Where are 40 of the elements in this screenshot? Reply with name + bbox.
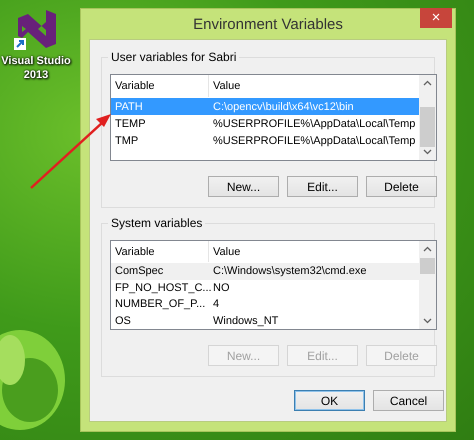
variable-name: TEMP bbox=[114, 118, 147, 130]
variable-name: FP_NO_HOST_C... bbox=[114, 282, 209, 294]
window-title: Environment Variables bbox=[193, 16, 343, 32]
variable-row[interactable]: FP_NO_HOST_C...NO bbox=[111, 280, 419, 296]
column-header[interactable]: Variable bbox=[111, 241, 209, 262]
dialog-button[interactable]: Delete bbox=[366, 176, 437, 197]
dialog-button[interactable]: OK bbox=[294, 390, 365, 411]
variable-row[interactable]: TMP %USERPROFILE%\AppData\Local\Temp bbox=[111, 132, 419, 149]
variable-list[interactable]: Variable Value ComSpec C:\Windows\system32\cmd.exe FP_NO_HOST_C...NO NUMBER_OF_P... 4 OS Windows_NT bbox=[110, 240, 437, 330]
variable-value: C:\Windows\system32\cmd.exe bbox=[212, 265, 368, 278]
variable-name: NUMBER_OF_P... bbox=[114, 298, 206, 310]
variable-value: %USERPROFILE%\AppData\Local\Temp bbox=[212, 134, 416, 146]
variable-row[interactable]: ComSpec C:\Windows\system32\cmd.exe bbox=[111, 263, 419, 280]
close-button[interactable]: × bbox=[420, 8, 452, 28]
scrollbar-thumb[interactable] bbox=[420, 107, 435, 147]
variable-row[interactable]: NUMBER_OF_P... 4 bbox=[111, 296, 419, 313]
dialog-button[interactable]: Edit... bbox=[287, 176, 358, 197]
scrollbar[interactable] bbox=[419, 241, 436, 329]
dialog-button[interactable]: Cancel bbox=[373, 390, 444, 411]
column-header[interactable]: Value bbox=[209, 75, 419, 97]
column-header[interactable]: Variable bbox=[111, 75, 209, 97]
variable-value: NO bbox=[212, 282, 230, 294]
variable-value: %USERPROFILE%\AppData\Local\Temp bbox=[212, 118, 416, 130]
variable-value: C:\opencv\build\x64\vc12\bin bbox=[212, 100, 355, 112]
icon-label: Visual Studio 2013 bbox=[0, 54, 72, 82]
variable-value: Windows_NT bbox=[212, 314, 280, 327]
variable-value: 4 bbox=[212, 298, 220, 310]
variable-row[interactable]: TEMP %USERPROFILE%\AppData\Local\Temp bbox=[111, 115, 419, 132]
variable-name: OS bbox=[114, 314, 132, 327]
column-header[interactable]: Value bbox=[209, 241, 419, 262]
variable-name: ComSpec bbox=[114, 265, 164, 278]
group-title: User variables for Sabri bbox=[108, 50, 240, 64]
variable-name: TMP bbox=[114, 134, 140, 146]
variable-row[interactable]: OS Windows_NT bbox=[111, 312, 419, 329]
scrollbar[interactable] bbox=[419, 75, 436, 160]
variable-name: PATH bbox=[114, 100, 144, 112]
group-title: System variables bbox=[108, 216, 206, 230]
scrollbar-thumb[interactable] bbox=[420, 258, 435, 274]
variable-list[interactable]: Variable Value PATH C:\opencv\build\x64\vc12\bin TEMP %USERPROFILE%\AppData\Local\Temp TMP %USERPROFILE%\AppData\Local\Temp bbox=[110, 74, 437, 161]
dialog-button[interactable]: New... bbox=[208, 176, 279, 197]
